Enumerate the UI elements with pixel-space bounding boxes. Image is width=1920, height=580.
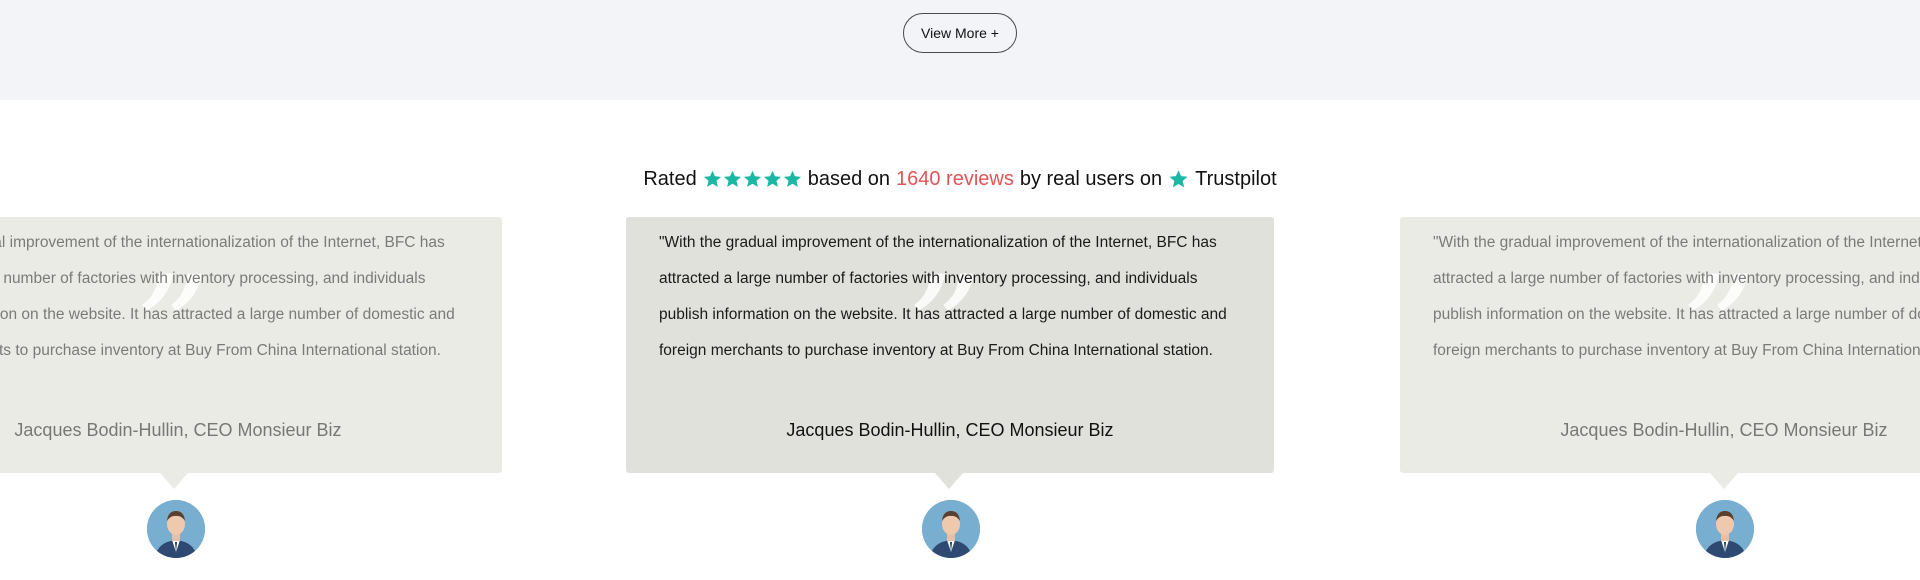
testimonial-card: ” "With the gradual improvement of the i…: [0, 217, 502, 473]
trustpilot-rating-line: Rated based on 1640 reviews by real user…: [0, 166, 1920, 192]
top-section-band: View More +: [0, 0, 1920, 100]
testimonial-quote: "With the gradual improvement of the int…: [659, 234, 1227, 359]
businessman-avatar-icon: [1696, 500, 1754, 558]
testimonial-card: ” "With the gradual improvement of the i…: [1400, 217, 1920, 473]
star-icon: [763, 169, 782, 189]
view-more-button[interactable]: View More +: [903, 13, 1017, 53]
businessman-avatar-icon: [922, 500, 980, 558]
trustpilot-star-icon: [1168, 169, 1189, 189]
testimonial-quote: "With the gradual improvement of the int…: [0, 234, 455, 359]
avatar: [922, 500, 980, 558]
rating-stars: [703, 169, 802, 189]
star-icon: [743, 169, 762, 189]
testimonial-author: Jacques Bodin-Hullin, CEO Monsieur Biz: [14, 420, 342, 440]
rated-label: Rated: [643, 167, 697, 190]
avatar: [147, 500, 205, 558]
star-icon: [783, 169, 802, 189]
star-icon: [703, 169, 722, 189]
star-icon: [723, 169, 742, 189]
trustpilot-name[interactable]: Trustpilot: [1195, 168, 1277, 191]
testimonial-author: Jacques Bodin-Hullin, CEO Monsieur Biz: [1560, 420, 1888, 440]
businessman-avatar-icon: [147, 500, 205, 558]
testimonial-quote: "With the gradual improvement of the int…: [1433, 234, 1920, 359]
based-on-label: based on: [807, 167, 890, 190]
testimonial-author: Jacques Bodin-Hullin, CEO Monsieur Biz: [786, 420, 1114, 440]
testimonial-carousel[interactable]: ” "With the gradual improvement of the i…: [0, 215, 1920, 580]
testimonial-card-active: ” "With the gradual improvement of the i…: [626, 217, 1274, 473]
card-pointer: [935, 473, 963, 489]
reviews-count-link[interactable]: 1640 reviews: [896, 168, 1014, 191]
avatar: [1696, 500, 1754, 558]
card-pointer: [1710, 473, 1738, 489]
by-users-label: by real users on: [1019, 167, 1163, 190]
card-pointer: [160, 473, 188, 489]
